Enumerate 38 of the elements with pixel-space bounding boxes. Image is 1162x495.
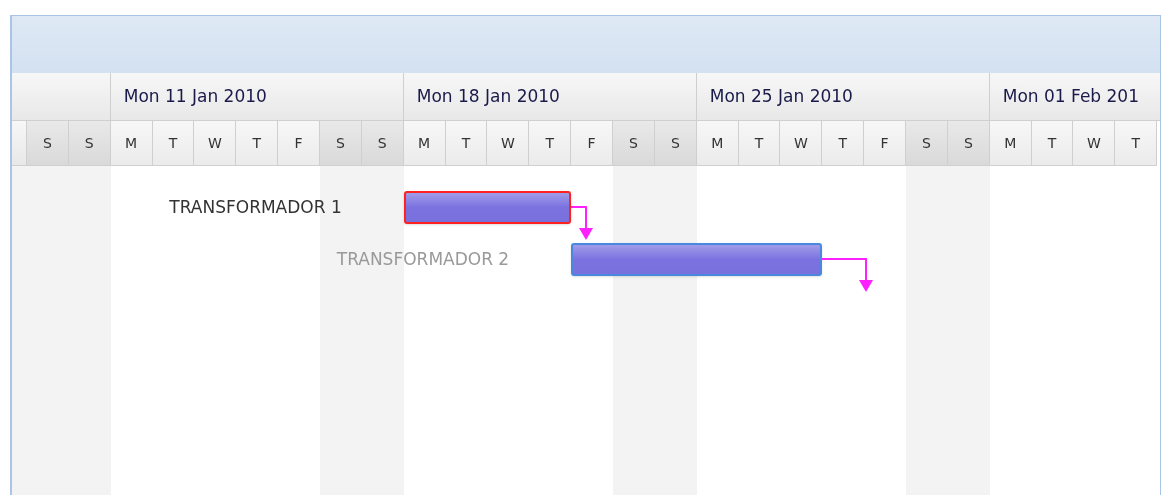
day-header: T xyxy=(529,121,572,166)
day-header: W xyxy=(1073,121,1116,166)
day-header: F xyxy=(864,121,907,166)
day-header: T xyxy=(236,121,279,166)
day-header: T xyxy=(445,121,488,166)
dependency-arrow xyxy=(571,206,595,242)
task-label: TRANSFORMADOR 2 xyxy=(336,248,510,271)
day-header: S xyxy=(654,121,697,166)
day-header: M xyxy=(696,121,739,166)
day-header: F xyxy=(571,121,614,166)
day-header: W xyxy=(780,121,823,166)
day-header: M xyxy=(403,121,446,166)
day-header: S xyxy=(613,121,655,166)
day-header: W xyxy=(194,121,237,166)
task-label: TRANSFORMADOR 1 xyxy=(169,196,342,219)
day-header: S xyxy=(906,121,948,166)
day-header: T xyxy=(1031,121,1074,166)
day-header: T xyxy=(738,121,781,166)
day-header: S xyxy=(947,121,990,166)
day-header xyxy=(12,121,27,166)
day-header: M xyxy=(110,121,153,166)
week-header: Mon 01 Feb 201 xyxy=(989,73,1160,121)
week-header: Mon 11 Jan 2010 xyxy=(110,73,404,121)
day-header: W xyxy=(487,121,530,166)
day-header: M xyxy=(989,121,1032,166)
task-bar[interactable] xyxy=(571,243,823,276)
day-header: T xyxy=(152,121,195,166)
day-header: S xyxy=(27,121,69,166)
day-header: S xyxy=(361,121,404,166)
day-header: F xyxy=(278,121,320,166)
day-header: T xyxy=(822,121,865,166)
week-header: Mon 18 Jan 2010 xyxy=(403,73,697,121)
dependency-arrow xyxy=(822,258,875,294)
day-header: T xyxy=(1115,121,1158,166)
task-bar[interactable] xyxy=(403,191,572,224)
week-header: Mon 25 Jan 2010 xyxy=(696,73,990,121)
day-header: S xyxy=(68,121,111,166)
day-header: S xyxy=(320,121,362,166)
